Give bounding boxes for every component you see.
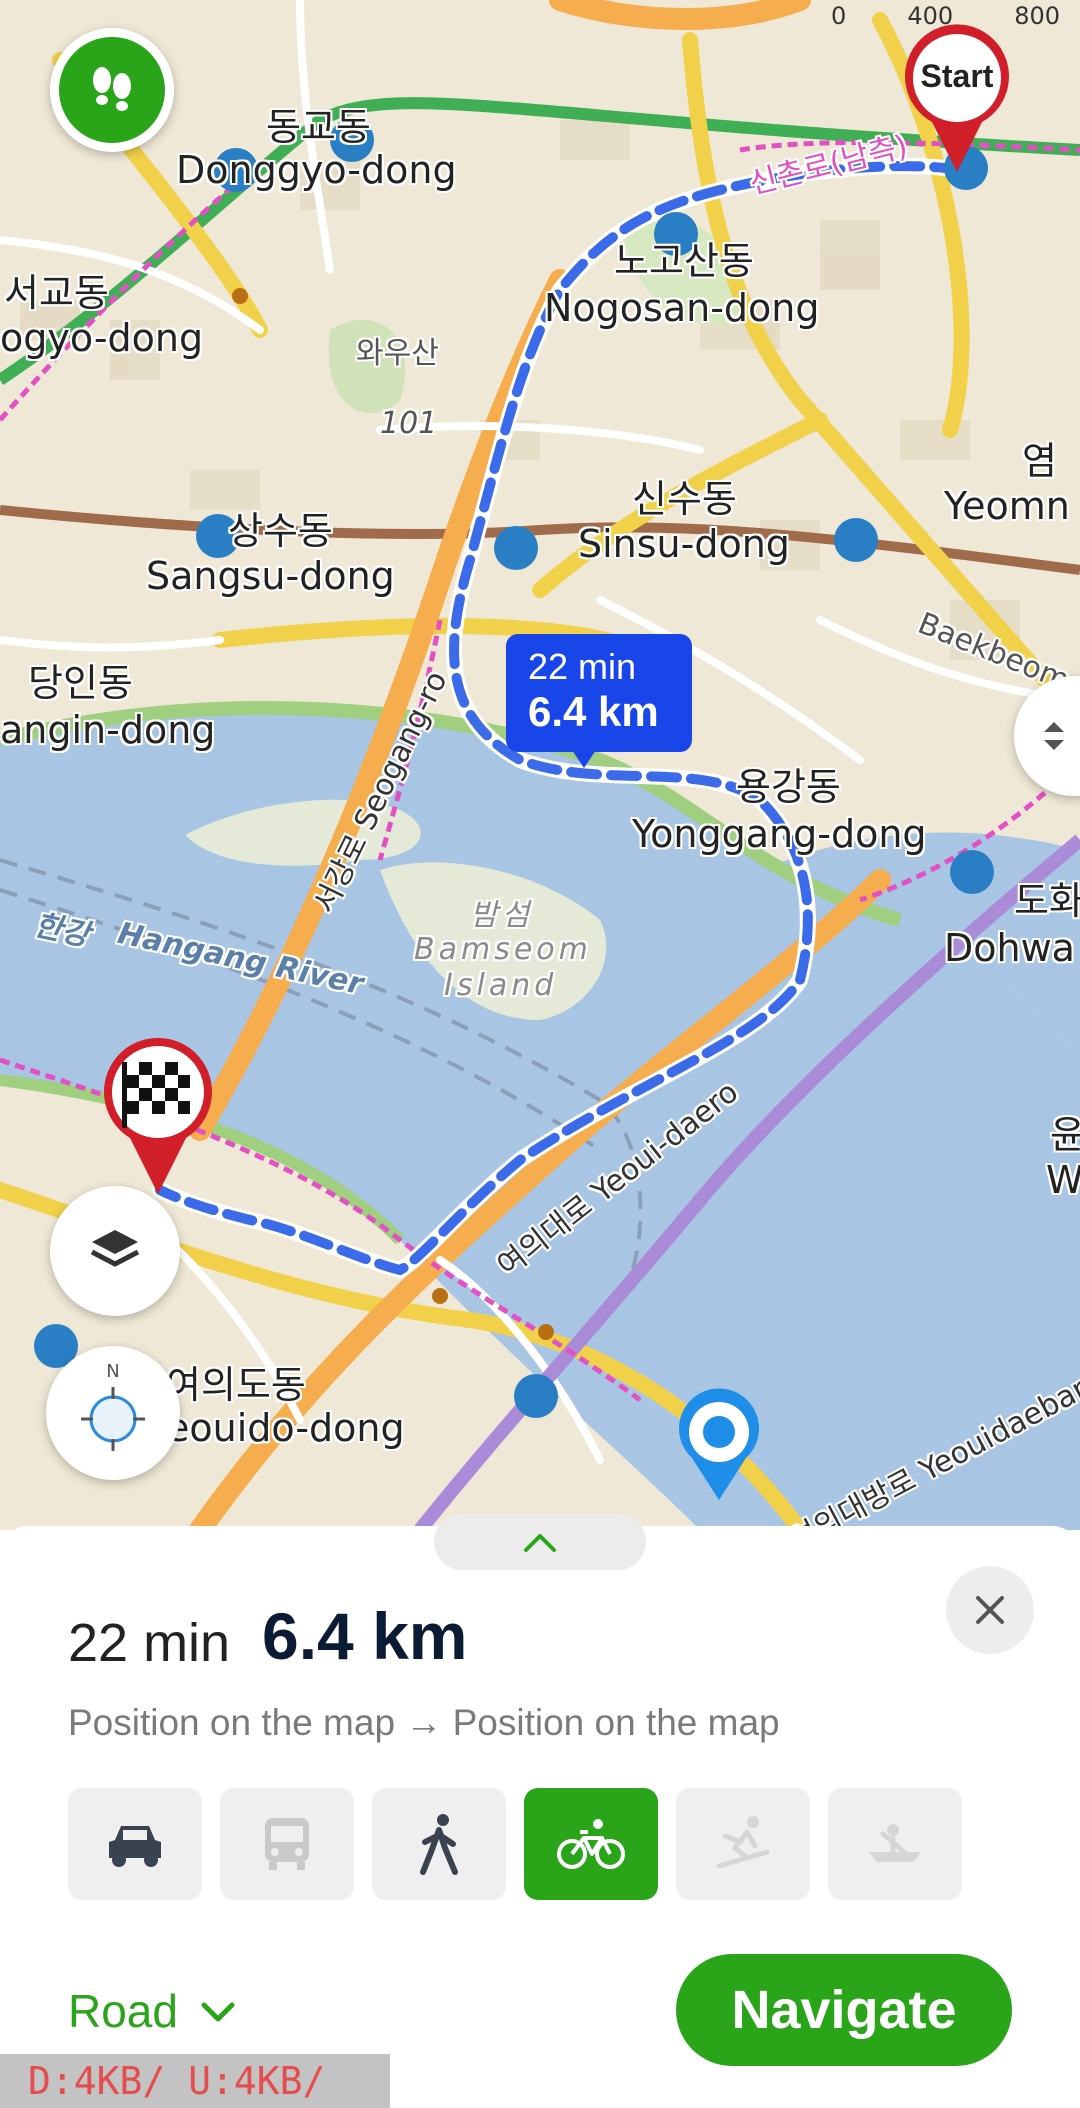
- map-label-sangsu-en: Sangsu-dong: [146, 554, 395, 598]
- bubble-time: 22 min: [528, 646, 637, 687]
- layers-button[interactable]: [50, 1186, 180, 1316]
- route-endpoints: Position on the map → Position on the ma…: [68, 1702, 780, 1743]
- car-icon: [109, 1826, 161, 1867]
- route-distance: 6.4 km: [262, 1599, 468, 1673]
- route-info-bubble[interactable]: 22 min 6.4 km: [506, 634, 692, 768]
- bus-icon: [265, 1818, 309, 1870]
- ski-icon: [716, 1816, 770, 1869]
- map-label-wausan: 와우산: [356, 336, 439, 371]
- map-label-yeom-kr: 염: [1022, 439, 1057, 483]
- unfold-icon: [1044, 722, 1064, 750]
- map-label-sinsu-kr: 신수동: [632, 477, 737, 521]
- bubble-distance: 6.4 km: [528, 688, 659, 735]
- map-label-yeouido-kr: 여의도동: [166, 1363, 306, 1407]
- map-label-bamseom-kr: 밤섬: [470, 898, 534, 933]
- map-label-yeouido-en: eouido-dong: [166, 1406, 405, 1450]
- mode-bicycle-button[interactable]: [524, 1788, 658, 1900]
- map-label-seogyo-en: ogyo-dong: [0, 316, 204, 360]
- map-label-donggyo-kr: 동교동: [266, 105, 371, 149]
- map-label-bamseom-en1: Bamseom: [414, 932, 592, 967]
- boat-icon: [869, 1824, 921, 1862]
- road-type-label: Road: [68, 1985, 178, 2037]
- navigate-button[interactable]: Navigate: [676, 1954, 1012, 2066]
- location-pin-icon: [679, 1388, 759, 1500]
- footsteps-icon: [59, 37, 165, 143]
- finish-flag-icon: [103, 1037, 212, 1194]
- map-view[interactable]: 0 400 800 동교동 Donggyo-dong 서교동 ogyo-dong…: [0, 0, 1080, 1530]
- map-label-dangin-en: angin-dong: [0, 708, 216, 752]
- finish-pin[interactable]: [100, 1034, 216, 1204]
- walk-icon: [420, 1814, 458, 1875]
- layers-icon: [90, 1230, 140, 1267]
- map-label-yeom-en: Yeomn: [944, 484, 1070, 528]
- close-icon: [976, 1596, 1004, 1624]
- map-label-dohwa-en: Dohwa: [944, 926, 1075, 970]
- map-label-yonggang-en: Yonggang-dong: [632, 812, 927, 856]
- map-label-peak: 101: [380, 406, 438, 441]
- mode-walk-button[interactable]: [372, 1788, 506, 1900]
- activity-button[interactable]: [50, 28, 174, 152]
- bicycle-icon: [557, 1819, 625, 1869]
- road-type-dropdown[interactable]: Road: [68, 1984, 236, 2038]
- map-label-dangin-kr: 당인동: [28, 661, 133, 705]
- network-debug-overlay: D:4KB/ U:4KB/: [0, 2054, 390, 2108]
- map-label-sangsu-kr: 상수동: [228, 509, 333, 553]
- compass-button[interactable]: N: [46, 1346, 180, 1480]
- map-label-dohwa-kr: 도화: [1014, 879, 1080, 923]
- mode-transit-button[interactable]: [220, 1788, 354, 1900]
- route-time: 22 min: [68, 1613, 231, 1673]
- map-label-yun: 윤: [1050, 1113, 1080, 1157]
- mode-ski-button[interactable]: [676, 1788, 810, 1900]
- map-label-nogosan-kr: 노고산동: [614, 239, 754, 283]
- map-label-seogyo-kr: 서교동: [4, 271, 109, 315]
- start-pin[interactable]: Start: [902, 22, 1012, 182]
- current-location-marker: [674, 1388, 764, 1508]
- map-label-yonggang-kr: 용강동: [736, 765, 841, 809]
- map-label-donggyo-en: Donggyo-dong: [176, 148, 457, 192]
- mode-car-button[interactable]: [68, 1788, 202, 1900]
- svg-text:N: N: [106, 1361, 119, 1382]
- map-label-nogosan-en: Nogosan-dong: [544, 286, 820, 330]
- map-base-layer: [0, 0, 1080, 1530]
- chevron-down-icon: [201, 2002, 235, 2022]
- sheet-expand-handle[interactable]: [434, 1514, 646, 1570]
- map-label-bamseom-en2: Island: [444, 968, 558, 1003]
- compass-icon: N: [81, 1361, 145, 1451]
- map-label-sinsu-en: Sinsu-dong: [578, 522, 790, 566]
- chevron-up-icon: [524, 1534, 556, 1552]
- map-label-w: W: [1046, 1158, 1080, 1202]
- mode-boat-button[interactable]: [828, 1788, 962, 1900]
- start-pin-icon: [905, 24, 1009, 172]
- start-pin-label: Start: [920, 58, 994, 94]
- close-button[interactable]: [946, 1566, 1034, 1654]
